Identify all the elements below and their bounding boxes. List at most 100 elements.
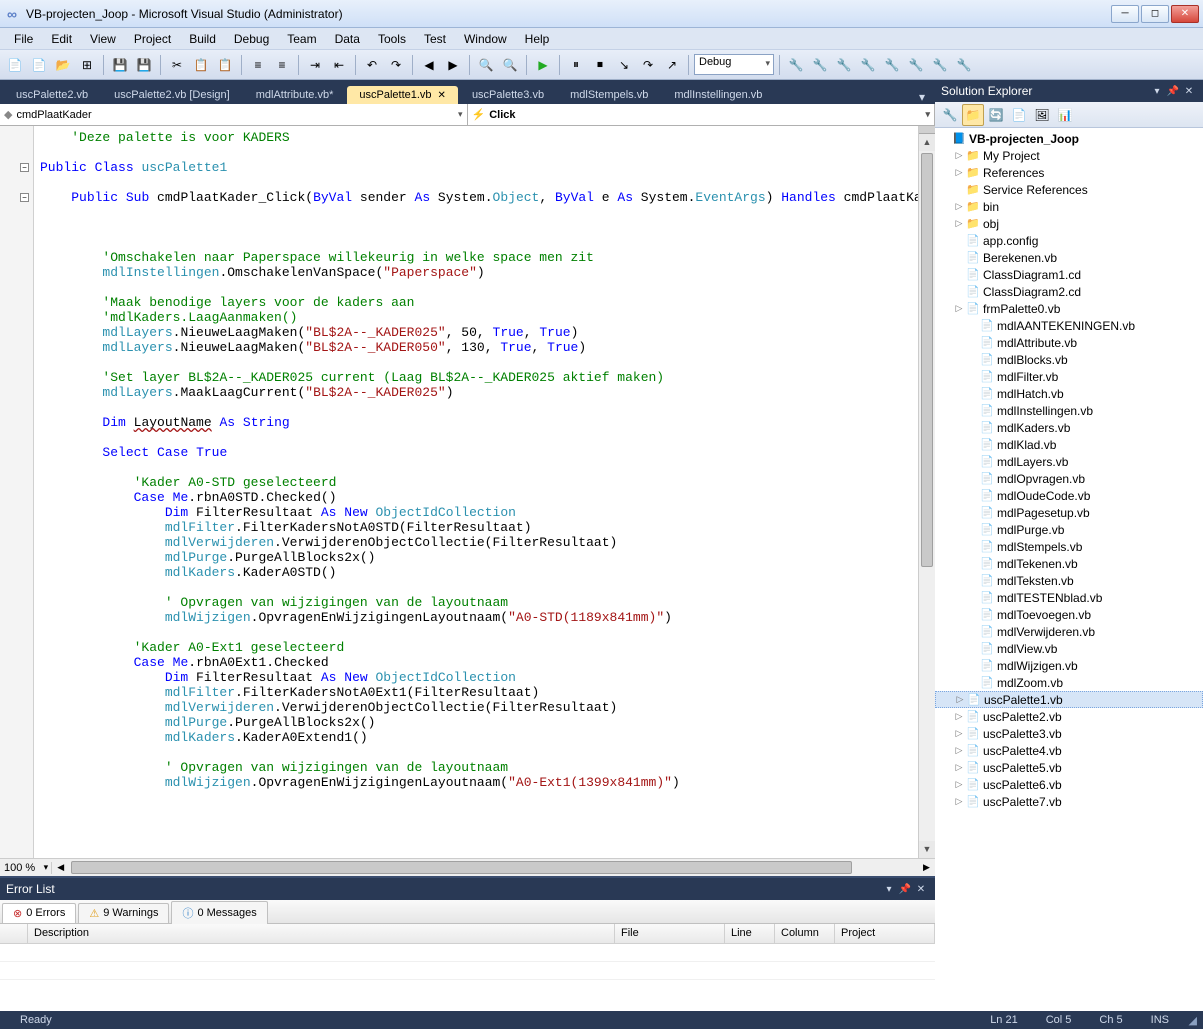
nav-back-icon[interactable]: ◀ xyxy=(418,54,440,76)
tree-node[interactable]: 📄mdlTESTENblad.vb xyxy=(935,589,1203,606)
tree-node[interactable]: 📄mdlAANTEKENINGEN.vb xyxy=(935,317,1203,334)
messages-tab[interactable]: ⓘ0 Messages xyxy=(171,901,267,924)
tree-node[interactable]: 📄mdlOpvragen.vb xyxy=(935,470,1203,487)
code-text[interactable]: 'Deze palette is voor KADERS Public Clas… xyxy=(34,126,918,858)
hscroll-track[interactable] xyxy=(69,859,918,876)
break-icon[interactable]: ⏸ xyxy=(565,54,587,76)
tree-node[interactable]: 📄mdlFilter.vb xyxy=(935,368,1203,385)
tree-node[interactable]: ▷📄uscPalette5.vb xyxy=(935,759,1203,776)
find-icon[interactable]: 🔍 xyxy=(475,54,497,76)
menu-team[interactable]: Team xyxy=(279,30,324,48)
tree-node[interactable]: 📄mdlStempels.vb xyxy=(935,538,1203,555)
pin-icon[interactable]: 📌 xyxy=(1165,86,1181,97)
solution-tree[interactable]: 📘VB-projecten_Joop▷📁My Project▷📁Referenc… xyxy=(935,128,1203,1011)
expand-icon[interactable]: ▷ xyxy=(953,201,965,212)
undo-icon[interactable]: ↶ xyxy=(361,54,383,76)
hscroll-thumb[interactable] xyxy=(71,861,852,874)
tree-node[interactable]: 📄mdlTekenen.vb xyxy=(935,555,1203,572)
expand-icon[interactable]: ▷ xyxy=(953,745,965,756)
tree-node[interactable]: 📄mdlWijzigen.vb xyxy=(935,657,1203,674)
panel-close-icon[interactable]: ✕ xyxy=(1181,86,1197,97)
expand-icon[interactable]: ▷ xyxy=(953,762,965,773)
comment-icon[interactable]: ≡ xyxy=(247,54,269,76)
outdent-icon[interactable]: ⇤ xyxy=(328,54,350,76)
show-all-files-icon[interactable]: 📁 xyxy=(962,104,984,126)
expand-icon[interactable]: ▷ xyxy=(953,779,965,790)
maximize-button[interactable]: ◻ xyxy=(1141,5,1169,23)
tree-node[interactable]: 📄ClassDiagram1.cd xyxy=(935,266,1203,283)
tree-node[interactable]: 📄mdlOudeCode.vb xyxy=(935,487,1203,504)
code-gutter[interactable]: −− xyxy=(0,126,34,858)
tree-node[interactable]: 📄ClassDiagram2.cd xyxy=(935,283,1203,300)
class-combo[interactable]: ◆cmdPlaatKader xyxy=(0,104,468,125)
save-icon[interactable]: 💾 xyxy=(109,54,131,76)
tree-node[interactable]: 📄mdlPagesetup.vb xyxy=(935,504,1203,521)
expand-icon[interactable]: ▷ xyxy=(953,167,965,178)
panel-menu-icon[interactable]: ▾ xyxy=(1149,86,1165,97)
menu-window[interactable]: Window xyxy=(456,30,515,48)
menu-view[interactable]: View xyxy=(82,30,124,48)
tree-node[interactable]: 📄mdlTeksten.vb xyxy=(935,572,1203,589)
refresh-icon[interactable]: 🔄 xyxy=(985,104,1007,126)
scroll-right-icon[interactable]: ▶ xyxy=(918,862,935,873)
member-combo[interactable]: ⚡Click xyxy=(468,104,936,125)
tree-node[interactable]: 📄mdlInstellingen.vb xyxy=(935,402,1203,419)
col-column[interactable]: Column xyxy=(775,924,835,943)
expand-icon[interactable]: ▷ xyxy=(953,150,965,161)
expand-icon[interactable]: ▷ xyxy=(953,796,965,807)
step-out-icon[interactable]: ↗ xyxy=(661,54,683,76)
resize-grip-icon[interactable]: ◢ xyxy=(1183,1014,1197,1027)
vertical-scrollbar[interactable]: ▲ ▼ xyxy=(918,126,935,858)
tree-node[interactable]: 📄mdlVerwijderen.vb xyxy=(935,623,1203,640)
tab-close-icon[interactable]: ✕ xyxy=(438,90,446,101)
menu-test[interactable]: Test xyxy=(416,30,454,48)
panel-menu-icon[interactable]: ▾ xyxy=(881,884,897,895)
start-debug-icon[interactable]: ▶ xyxy=(532,54,554,76)
fold-toggle-icon[interactable]: − xyxy=(20,193,29,202)
splitter-handle[interactable] xyxy=(919,126,935,134)
tree-node[interactable]: 📄Berekenen.vb xyxy=(935,249,1203,266)
expand-icon[interactable]: ▷ xyxy=(953,218,965,229)
copy-icon[interactable]: 📋 xyxy=(190,54,212,76)
tree-node[interactable]: ▷📁References xyxy=(935,164,1203,181)
tree-node[interactable]: 📄mdlBlocks.vb xyxy=(935,351,1203,368)
tree-node[interactable]: ▷📄uscPalette7.vb xyxy=(935,793,1203,810)
step-over-icon[interactable]: ↷ xyxy=(637,54,659,76)
tree-node[interactable]: 📄mdlZoom.vb xyxy=(935,674,1203,691)
tree-node[interactable]: 📄mdlToevoegen.vb xyxy=(935,606,1203,623)
error-row[interactable] xyxy=(0,944,935,962)
tree-node[interactable]: 📄mdlLayers.vb xyxy=(935,453,1203,470)
tab-overflow-icon[interactable]: ▾ xyxy=(913,90,931,104)
extra-tool-2-icon[interactable]: 🔧 xyxy=(809,54,831,76)
menu-project[interactable]: Project xyxy=(126,30,179,48)
expand-icon[interactable]: ▷ xyxy=(953,711,965,722)
extra-tool-1-icon[interactable]: 🔧 xyxy=(785,54,807,76)
extra-tool-6-icon[interactable]: 🔧 xyxy=(905,54,927,76)
redo-icon[interactable]: ↷ xyxy=(385,54,407,76)
new-project-icon[interactable]: 📄 xyxy=(4,54,26,76)
tree-node[interactable]: 📄app.config xyxy=(935,232,1203,249)
tree-node[interactable]: ▷📄uscPalette6.vb xyxy=(935,776,1203,793)
col-file[interactable]: File xyxy=(615,924,725,943)
menu-debug[interactable]: Debug xyxy=(226,30,277,48)
pin-icon[interactable]: 📌 xyxy=(897,884,913,895)
properties-icon[interactable]: 🔧 xyxy=(939,104,961,126)
tree-node[interactable]: ▷📄frmPalette0.vb xyxy=(935,300,1203,317)
scroll-thumb[interactable] xyxy=(921,153,933,567)
tree-node[interactable]: 📄mdlAttribute.vb xyxy=(935,334,1203,351)
panel-close-icon[interactable]: ✕ xyxy=(913,884,929,895)
extra-tool-7-icon[interactable]: 🔧 xyxy=(929,54,951,76)
open-icon[interactable]: 📂 xyxy=(52,54,74,76)
tree-node[interactable]: 📄mdlHatch.vb xyxy=(935,385,1203,402)
doc-tab[interactable]: uscPalette3.vb xyxy=(460,86,556,104)
tree-node[interactable]: ▷📄uscPalette4.vb xyxy=(935,742,1203,759)
zoom-combo[interactable]: 100 % xyxy=(0,862,52,874)
view-designer-icon[interactable]: 🖼 xyxy=(1031,104,1053,126)
menu-tools[interactable]: Tools xyxy=(370,30,414,48)
extra-tool-8-icon[interactable]: 🔧 xyxy=(953,54,975,76)
scroll-down-icon[interactable]: ▼ xyxy=(919,841,935,858)
menu-edit[interactable]: Edit xyxy=(43,30,80,48)
doc-tab[interactable]: uscPalette1.vb✕ xyxy=(347,86,458,104)
menu-build[interactable]: Build xyxy=(181,30,224,48)
doc-tab[interactable]: mdlStempels.vb xyxy=(558,86,660,104)
